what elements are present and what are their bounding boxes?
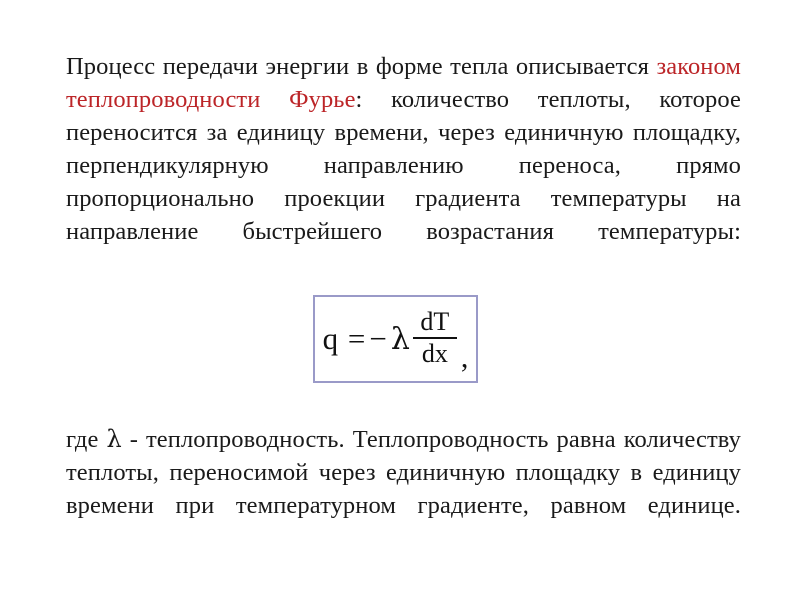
fourier-law-equation: q = − λ dT dx ,	[315, 297, 476, 381]
fraction-denominator: dx	[421, 339, 448, 368]
formula-box: q = − λ dT dx ,	[313, 295, 478, 383]
paragraph-2-body-text: - теплопроводность. Теплопроводность рав…	[66, 426, 741, 519]
fraction-numerator: dT	[420, 306, 450, 336]
paragraph-fourier-law: Процесс передачи энергии в форме тепла о…	[66, 50, 741, 281]
slide-canvas: Процесс передачи энергии в форме тепла о…	[0, 0, 800, 600]
paragraph-2-lead-text: где	[66, 426, 107, 453]
paragraph-2-lambda-symbol: λ	[106, 425, 122, 453]
equation-trailing-comma: ,	[460, 341, 469, 374]
paragraph-1-lead-text: Процесс передачи энергии в форме тепла о…	[66, 53, 657, 80]
equation-fraction: dT dx	[412, 306, 457, 368]
equation-minus-sign: −	[369, 321, 388, 356]
equation-left-hand-side: q =	[322, 321, 367, 356]
paragraph-thermal-conductivity: где λ - теплопроводность. Теплопроводнос…	[66, 423, 741, 555]
equation-lambda-symbol: λ	[390, 321, 410, 357]
